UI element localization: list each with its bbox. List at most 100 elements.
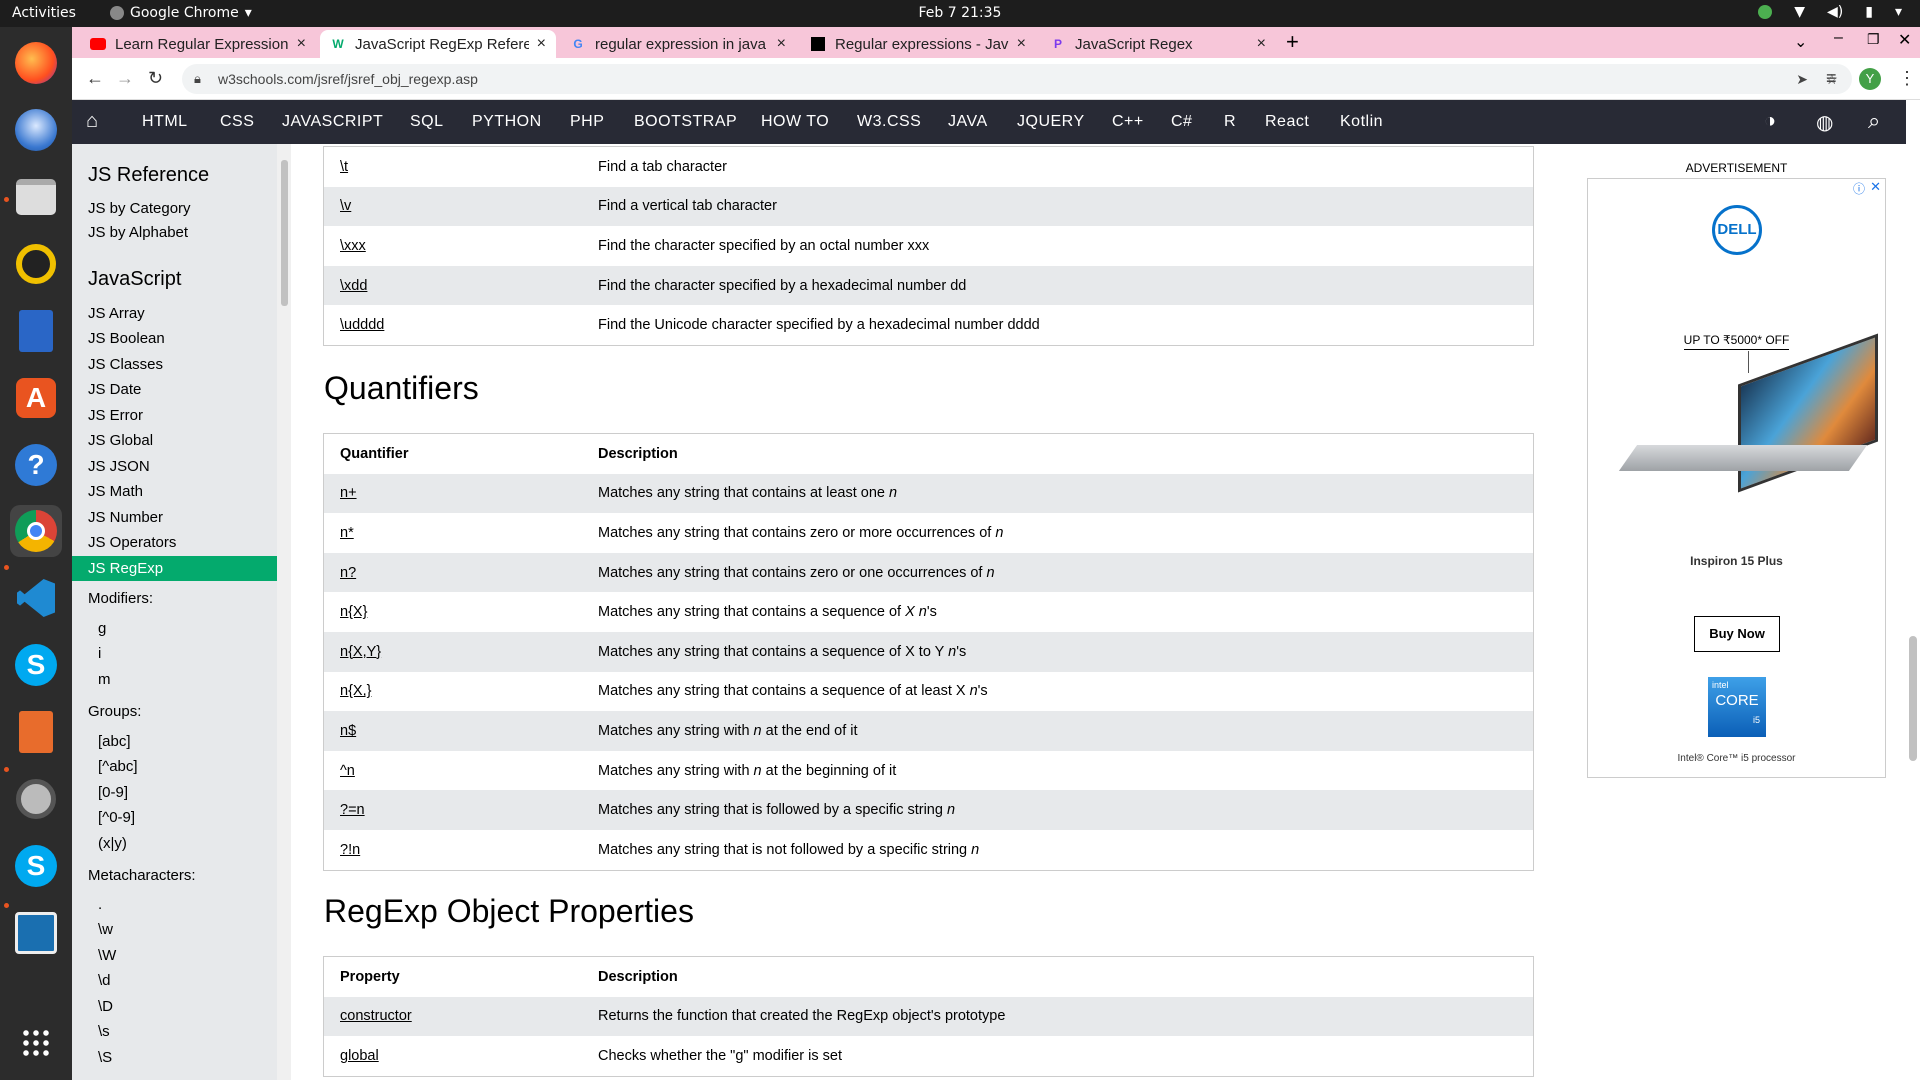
quantifier-link[interactable]: ^n (340, 763, 355, 779)
nav-jquery[interactable]: JQUERY (1017, 113, 1085, 131)
reload-icon[interactable]: ↻ (148, 68, 163, 89)
tab-w3schools-regexp[interactable]: W JavaScript RegExp Refere × (320, 30, 556, 58)
sidebar-link-modifier-i[interactable]: i (98, 645, 101, 662)
ad-close-icon[interactable]: ✕ (1870, 179, 1881, 195)
address-bar[interactable]: 🔒︎ w3schools.com/jsref/jsref_obj_regexp.… (182, 64, 1852, 94)
send-icon[interactable]: ➤ (1796, 64, 1808, 94)
sidebar-item-boolean[interactable]: JS Boolean (88, 330, 165, 347)
sidebar-link-group[interactable]: [^abc] (98, 758, 138, 775)
sidebar-item-by-alphabet[interactable]: JS by Alphabet (88, 224, 188, 241)
new-tab-button[interactable]: + (1286, 29, 1299, 55)
skype-icon-2[interactable]: S (10, 840, 62, 892)
image-viewer-icon[interactable] (10, 773, 62, 825)
page-scrollbar[interactable] (1906, 100, 1920, 1080)
advertisement[interactable]: ⓘ ✕ DELL UP TO ₹5000* OFF Inspiron 15 Pl… (1587, 178, 1886, 778)
nav-sql[interactable]: SQL (410, 113, 444, 131)
nav-bootstrap[interactable]: BOOTSTRAP (634, 113, 737, 131)
close-icon[interactable]: × (537, 35, 546, 53)
minimize-icon[interactable]: – (1834, 29, 1843, 47)
system-tray[interactable]: ▼ ◀) ▮ ▾ (1758, 4, 1902, 20)
ad-buy-now-button[interactable]: Buy Now (1694, 616, 1780, 652)
help-icon[interactable]: ? (10, 439, 62, 491)
files-icon[interactable] (10, 171, 62, 223)
nav-kotlin[interactable]: Kotlin (1340, 113, 1383, 131)
sidebar-link-group[interactable]: [^0-9] (98, 809, 135, 826)
software-center-icon[interactable]: A (10, 372, 62, 424)
sidebar-item-array[interactable]: JS Array (88, 305, 145, 322)
sidebar-link-modifier-g[interactable]: g (98, 620, 106, 637)
menu-icon[interactable]: ⋮ (1898, 68, 1916, 89)
sidebar-link-group[interactable]: [abc] (98, 733, 131, 750)
globe-icon[interactable]: ◍ (1816, 110, 1834, 135)
nav-howto[interactable]: HOW TO (761, 113, 829, 131)
nav-java[interactable]: JAVA (948, 113, 988, 131)
quantifier-link[interactable]: n+ (340, 485, 357, 501)
property-link[interactable]: global (340, 1048, 379, 1064)
close-icon[interactable]: × (777, 35, 786, 53)
tab-mdn-regex[interactable]: Regular expressions - Jav × (800, 30, 1036, 58)
meta-link[interactable]: \t (340, 159, 348, 175)
quantifier-link[interactable]: n$ (340, 723, 356, 739)
property-link[interactable]: constructor (340, 1008, 412, 1024)
sidebar-item-operators[interactable]: JS Operators (88, 534, 176, 551)
sidebar-item-global[interactable]: JS Global (88, 432, 153, 449)
close-icon[interactable]: × (297, 35, 306, 53)
dark-mode-icon[interactable]: ◑ (1764, 110, 1777, 133)
search-icon[interactable]: ⌕ (1868, 108, 1881, 134)
sidebar-link-meta[interactable]: \S (98, 1049, 112, 1066)
page-scrollbar-thumb[interactable] (1909, 636, 1917, 761)
rhythmbox-icon[interactable] (10, 238, 62, 290)
quantifier-link[interactable]: n{X,Y} (340, 644, 381, 660)
ad-info-icon[interactable]: ⓘ (1853, 180, 1865, 197)
close-icon[interactable]: × (1257, 35, 1266, 53)
sidebar-scrollbar-thumb[interactable] (281, 160, 288, 306)
sidebar-link-meta[interactable]: \d (98, 972, 111, 989)
quantifier-link[interactable]: n? (340, 565, 356, 581)
nav-cpp[interactable]: C++ (1112, 113, 1144, 131)
forward-icon[interactable]: → (116, 68, 134, 89)
nav-javascript[interactable]: JAVASCRIPT (282, 113, 383, 131)
sidebar-link-meta[interactable]: \W (98, 947, 116, 964)
close-icon[interactable]: × (1017, 35, 1026, 53)
sidebar-item-classes[interactable]: JS Classes (88, 356, 163, 373)
nav-css[interactable]: CSS (220, 113, 254, 131)
sidebar-item-regexp[interactable]: JS RegExp (72, 556, 277, 581)
tab-learn-regex[interactable]: Learn Regular Expression × (80, 30, 316, 58)
skype-icon[interactable]: S (10, 639, 62, 691)
nav-python[interactable]: PYTHON (472, 113, 542, 131)
quantifier-link[interactable]: ?!n (340, 842, 360, 858)
tab-google-search[interactable]: G regular expression in java × (560, 30, 796, 58)
sidebar-link-meta[interactable]: \D (98, 998, 113, 1015)
window-close-icon[interactable]: ✕ (1898, 30, 1911, 50)
sidebar-item-error[interactable]: JS Error (88, 407, 143, 424)
sidebar-item-by-category[interactable]: JS by Category (88, 200, 191, 217)
thunderbird-icon[interactable] (10, 104, 62, 156)
photo-app-icon[interactable] (10, 907, 62, 959)
sidebar-link-group[interactable]: (x|y) (98, 835, 127, 852)
meta-link[interactable]: \udddd (340, 317, 384, 333)
sidebar-link-meta[interactable]: \w (98, 921, 113, 938)
meta-link[interactable]: \xdd (340, 278, 367, 294)
show-apps-icon[interactable] (10, 1017, 62, 1069)
sidebar-link-meta[interactable]: \s (98, 1023, 110, 1040)
sidebar-item-date[interactable]: JS Date (88, 381, 141, 398)
meta-link[interactable]: \xxx (340, 238, 366, 254)
writer-icon[interactable] (10, 305, 62, 357)
nav-w3css[interactable]: W3.CSS (857, 113, 921, 131)
nav-react[interactable]: React (1265, 113, 1309, 131)
sidebar-link-group[interactable]: [0-9] (98, 784, 128, 801)
quantifier-link[interactable]: ?=n (340, 802, 365, 818)
back-icon[interactable]: ← (86, 68, 104, 89)
sidebar-item-json[interactable]: JS JSON (88, 458, 150, 475)
nav-html[interactable]: HTML (142, 113, 188, 131)
sidebar-item-number[interactable]: JS Number (88, 509, 163, 526)
quantifier-link[interactable]: n* (340, 525, 354, 541)
media-icon[interactable]: ≡ (1826, 68, 1837, 89)
nav-php[interactable]: PHP (570, 113, 604, 131)
nav-csharp[interactable]: C# (1171, 113, 1192, 131)
sidebar-link-modifier-m[interactable]: m (98, 671, 111, 688)
impress-icon[interactable] (10, 706, 62, 758)
vscode-icon[interactable] (10, 572, 62, 624)
tab-js-regex[interactable]: P JavaScript Regex × (1040, 30, 1276, 58)
meta-link[interactable]: \v (340, 198, 351, 214)
